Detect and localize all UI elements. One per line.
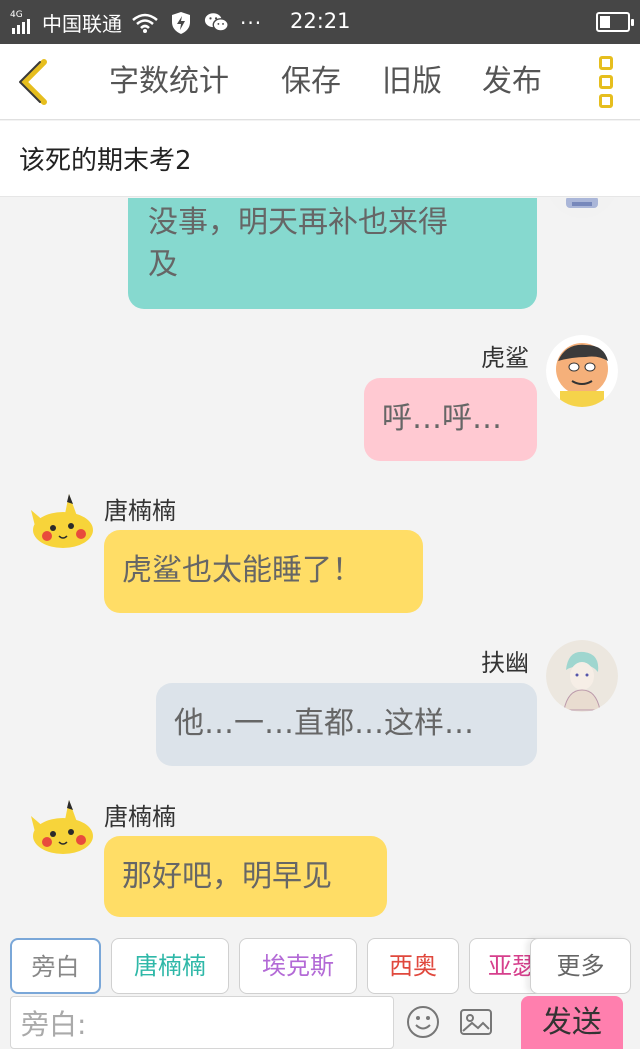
more-vertical-icon[interactable]	[592, 56, 620, 108]
status-bar: 4G 中国联通 ··· 22:21	[0, 0, 640, 44]
message-text: 他…一…直都…这样…	[174, 706, 474, 741]
message-text: 虎鲨也太能睡了！	[122, 553, 362, 588]
publish-button[interactable]: 发布	[482, 62, 542, 102]
message-text: 没事，明天再补也来得	[148, 205, 448, 240]
message-text: 呼…呼…	[382, 401, 502, 436]
page: 4G 中国联通 ··· 22:21 字数统计 保存 旧版 发布 该死的期末考2 …	[0, 0, 640, 1049]
emoji-icon[interactable]	[405, 1004, 441, 1040]
message-input[interactable]: 旁白:	[10, 996, 394, 1049]
back-button[interactable]	[14, 58, 54, 106]
old-version-button[interactable]: 旧版	[382, 62, 442, 102]
clock: 22:21	[290, 9, 351, 33]
speaker-name: 唐楠楠	[104, 497, 176, 525]
message-bubble[interactable]: 虎鲨也太能睡了！	[104, 530, 423, 613]
story-title-bar[interactable]: 该死的期末考2	[0, 121, 640, 197]
avatar[interactable]	[23, 488, 97, 560]
carrier-name: 中国联通	[42, 12, 122, 36]
speaker-name: 唐楠楠	[104, 803, 176, 831]
word-count-button[interactable]: 字数统计	[109, 62, 229, 102]
role-chip-narrator[interactable]: 旁白	[10, 938, 101, 994]
story-title: 该死的期末考2	[19, 146, 192, 176]
message-bubble[interactable]: 他…一…直都…这样…	[156, 683, 537, 766]
input-bar: 旁白: 发送	[0, 994, 640, 1049]
save-button[interactable]: 保存	[281, 62, 341, 102]
battery-icon	[596, 12, 634, 32]
role-chip[interactable]: 唐楠楠	[111, 938, 229, 994]
signal-icon: 4G	[10, 10, 32, 36]
role-chip[interactable]: 埃克斯	[239, 938, 357, 994]
more-roles-button[interactable]: 更多	[530, 938, 631, 994]
message-bubble[interactable]: 没事，明天再补也来得 及	[128, 198, 537, 309]
avatar[interactable]	[23, 794, 97, 866]
role-selector: 旁白 唐楠楠 埃克斯 西奥 亚瑟 更多	[0, 928, 640, 998]
avatar[interactable]	[546, 198, 618, 218]
wifi-icon	[132, 10, 158, 36]
send-button[interactable]: 发送	[521, 996, 623, 1049]
wechat-icon	[204, 10, 230, 36]
role-chip[interactable]: 西奥	[367, 938, 459, 994]
message-bubble[interactable]: 呼…呼…	[364, 378, 537, 461]
message-text: 那好吧，明早见	[122, 859, 332, 894]
message-bubble[interactable]: 那好吧，明早见	[104, 836, 387, 917]
toolbar: 字数统计 保存 旧版 发布	[0, 44, 640, 120]
message-text: 及	[148, 247, 178, 282]
speaker-name: 扶幽	[481, 649, 529, 677]
shield-icon	[168, 10, 194, 36]
avatar[interactable]	[546, 335, 618, 407]
avatar[interactable]	[546, 640, 618, 712]
image-icon[interactable]	[458, 1004, 494, 1040]
speaker-name: 虎鲨	[481, 344, 529, 372]
more-notifications-icon: ···	[240, 10, 263, 35]
chat-area[interactable]: 没事，明天再补也来得 及 虎鲨 呼…呼… 唐楠楠 虎鲨也太能睡了！ 扶幽 他…一…	[0, 198, 640, 918]
chevron-left-icon	[19, 59, 47, 105]
